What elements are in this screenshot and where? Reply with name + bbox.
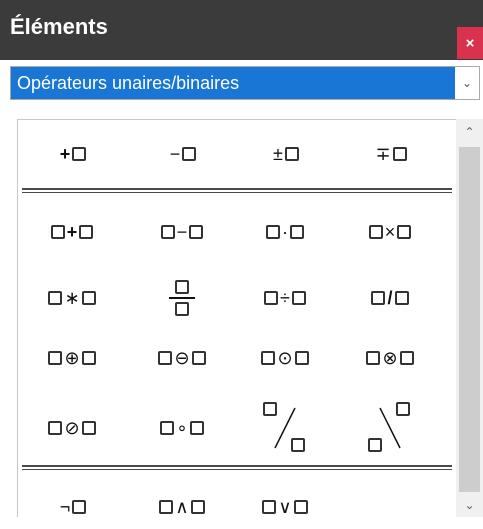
element-logical-and[interactable]: ∧ (137, 485, 227, 529)
element-wide-slash[interactable] (240, 396, 330, 460)
scroll-down-icon[interactable]: ⌄ (456, 494, 483, 516)
vertical-scrollbar[interactable]: ⌃ ⌄ (456, 119, 483, 517)
close-button[interactable]: × (457, 27, 483, 59)
element-composition[interactable]: ∘ (137, 406, 227, 450)
element-circled-plus[interactable]: ⊕ (27, 336, 117, 380)
element-circled-times[interactable]: ⊗ (345, 336, 435, 380)
element-division[interactable]: ÷ (240, 276, 330, 320)
element-fraction[interactable] (137, 266, 227, 330)
element-negation[interactable]: ¬ (27, 485, 117, 529)
element-addition[interactable]: + (27, 210, 117, 254)
element-plus-minus[interactable]: ± (240, 132, 330, 176)
element-circled-minus[interactable]: ⊖ (137, 336, 227, 380)
scroll-up-icon[interactable]: ⌃ (456, 121, 483, 143)
panel-title: Éléments (10, 14, 108, 39)
element-asterisk-multiplication[interactable]: ∗ (27, 276, 117, 320)
panel-titlebar: Éléments × (0, 0, 483, 60)
element-minus-plus[interactable]: ∓ (345, 132, 435, 176)
element-logical-or[interactable]: ∨ (240, 485, 330, 529)
element-unary-minus[interactable]: − (137, 132, 227, 176)
separator (22, 465, 452, 470)
close-icon: × (465, 34, 475, 52)
chevron-down-icon[interactable]: ⌄ (455, 67, 479, 99)
category-selected: Opérateurs unaires/binaires (11, 67, 455, 99)
category-dropdown[interactable]: Opérateurs unaires/binaires ⌄ (10, 66, 480, 100)
element-subtraction[interactable]: − (137, 210, 227, 254)
element-dot-multiplication[interactable]: · (240, 210, 330, 254)
element-slash[interactable]: / (345, 276, 435, 320)
element-circled-dot[interactable]: ⊙ (240, 336, 330, 380)
scrollbar-thumb[interactable] (459, 147, 480, 492)
element-unary-plus[interactable]: + (27, 132, 117, 176)
element-wide-backslash[interactable] (345, 396, 435, 460)
element-cross-multiplication[interactable]: × (345, 210, 435, 254)
element-circled-slash[interactable]: ⊘ (27, 406, 117, 450)
separator (22, 188, 452, 193)
